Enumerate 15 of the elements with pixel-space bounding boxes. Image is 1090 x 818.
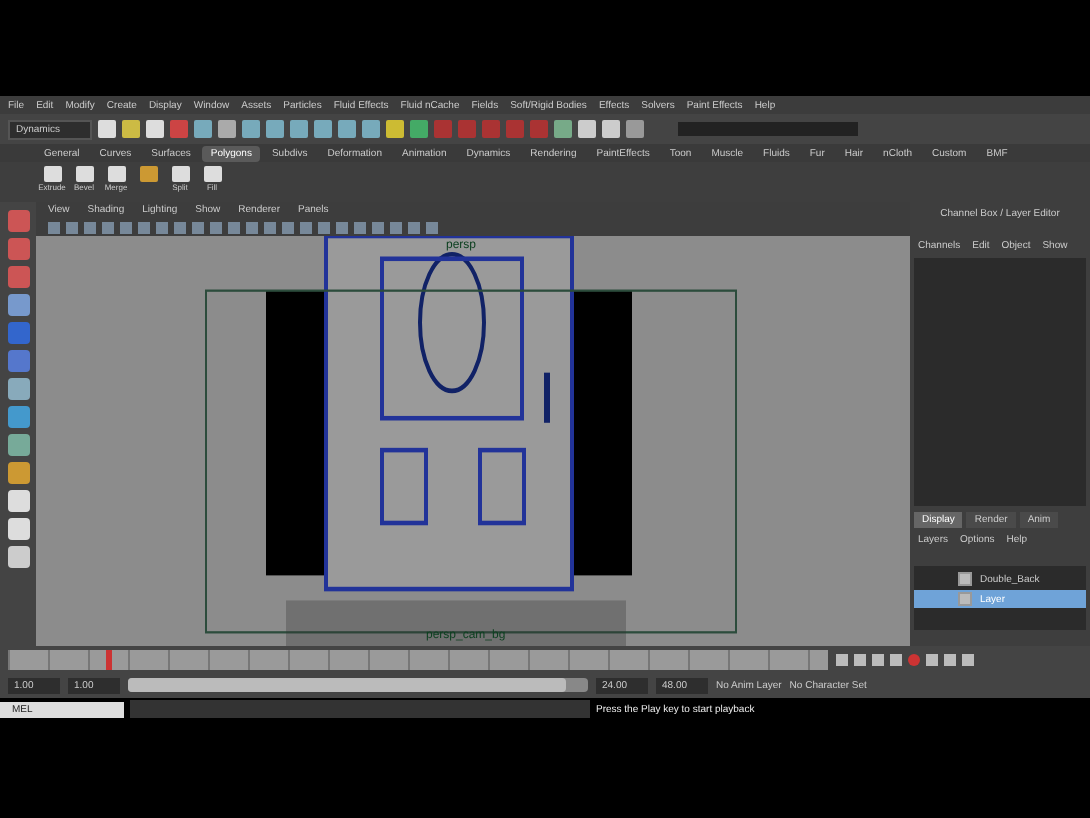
tool-icon[interactable] bbox=[7, 378, 29, 400]
input-field[interactable] bbox=[678, 122, 858, 136]
tool-icon[interactable] bbox=[7, 462, 29, 484]
visibility-toggle[interactable] bbox=[958, 572, 972, 586]
shelf-tool-icon[interactable] bbox=[139, 166, 157, 182]
range-slider-handle[interactable] bbox=[128, 678, 565, 692]
command-field[interactable] bbox=[130, 700, 590, 718]
tool-icon[interactable] bbox=[7, 518, 29, 540]
tool-icon[interactable] bbox=[7, 546, 29, 568]
tool-icon[interactable] bbox=[7, 294, 29, 316]
tool-icon[interactable] bbox=[7, 434, 29, 456]
tool-icon[interactable] bbox=[7, 490, 29, 512]
time-slider-thumb[interactable] bbox=[106, 649, 113, 669]
tool-icon[interactable] bbox=[7, 406, 29, 428]
visibility-toggle[interactable] bbox=[958, 592, 972, 606]
